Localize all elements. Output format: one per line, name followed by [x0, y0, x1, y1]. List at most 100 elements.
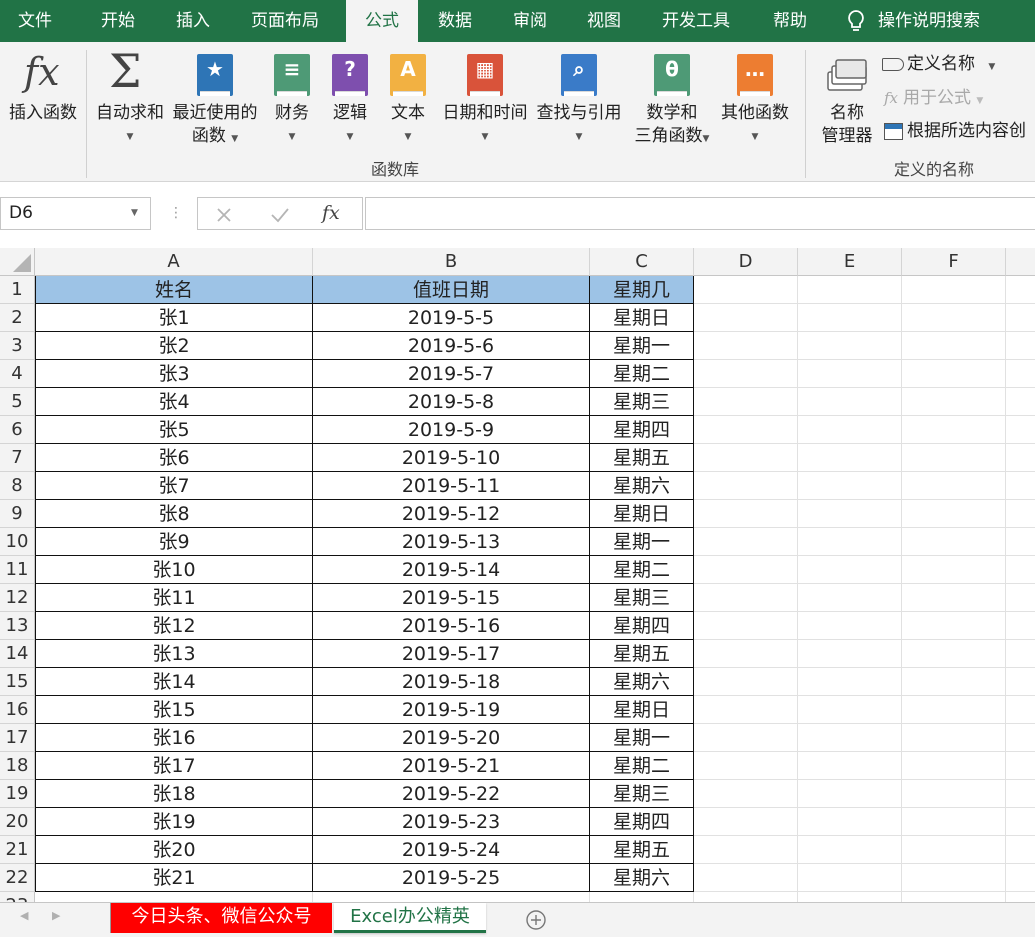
empty-cell[interactable] — [694, 752, 798, 780]
table-cell[interactable]: 2019-5-19 — [313, 696, 590, 724]
empty-cell[interactable] — [902, 556, 1006, 584]
row-header[interactable]: 9 — [0, 500, 35, 528]
empty-cell[interactable] — [1006, 500, 1035, 528]
row-header[interactable]: 22 — [0, 864, 35, 892]
table-cell[interactable]: 星期三 — [590, 780, 694, 808]
empty-cell[interactable] — [902, 388, 1006, 416]
empty-cell[interactable] — [35, 892, 313, 902]
table-cell[interactable]: 张9 — [35, 528, 313, 556]
table-cell[interactable]: 张19 — [35, 808, 313, 836]
table-cell[interactable]: 张17 — [35, 752, 313, 780]
row-header[interactable]: 17 — [0, 724, 35, 752]
table-cell[interactable]: 星期六 — [590, 864, 694, 892]
row-header[interactable]: 2 — [0, 304, 35, 332]
tab-view[interactable]: 视图 — [587, 0, 621, 42]
table-cell[interactable]: 星期日 — [590, 696, 694, 724]
row-header[interactable]: 13 — [0, 612, 35, 640]
empty-cell[interactable] — [798, 668, 902, 696]
empty-cell[interactable] — [1006, 696, 1035, 724]
create-from-selection-button[interactable]: 根据所选内容创 — [884, 120, 1026, 142]
empty-cell[interactable] — [694, 500, 798, 528]
table-cell[interactable]: 张7 — [35, 472, 313, 500]
row-header[interactable]: 21 — [0, 836, 35, 864]
empty-cell[interactable] — [1006, 640, 1035, 668]
table-cell[interactable]: 2019-5-13 — [313, 528, 590, 556]
empty-cell[interactable] — [798, 836, 902, 864]
row-header[interactable]: 1 — [0, 276, 35, 304]
empty-cell[interactable] — [902, 752, 1006, 780]
empty-cell[interactable] — [902, 332, 1006, 360]
empty-cell[interactable] — [694, 332, 798, 360]
table-cell[interactable]: 2019-5-6 — [313, 332, 590, 360]
empty-cell[interactable] — [902, 668, 1006, 696]
empty-cell[interactable] — [798, 612, 902, 640]
table-cell[interactable]: 2019-5-25 — [313, 864, 590, 892]
empty-cell[interactable] — [798, 892, 902, 902]
tab-insert[interactable]: 插入 — [176, 0, 210, 42]
text-functions-button[interactable]: A 文本 ▼ — [382, 50, 434, 150]
empty-cell[interactable] — [798, 724, 902, 752]
empty-cell[interactable] — [798, 444, 902, 472]
table-header-cell[interactable]: 星期几 — [590, 276, 694, 304]
sheet-tab-toutiao[interactable]: 今日头条、微信公众号 — [110, 903, 332, 933]
table-cell[interactable]: 2019-5-21 — [313, 752, 590, 780]
more-functions-button[interactable]: … 其他函数 ▼ — [718, 50, 792, 150]
empty-cell[interactable] — [694, 696, 798, 724]
table-cell[interactable]: 2019-5-12 — [313, 500, 590, 528]
empty-cell[interactable] — [694, 276, 798, 304]
tab-data[interactable]: 数据 — [438, 0, 472, 42]
empty-cell[interactable] — [1006, 416, 1035, 444]
confirm-check-icon[interactable] — [270, 206, 290, 224]
empty-cell[interactable] — [902, 612, 1006, 640]
empty-cell[interactable] — [902, 780, 1006, 808]
empty-cell[interactable] — [694, 304, 798, 332]
empty-cell[interactable] — [902, 584, 1006, 612]
row-header[interactable]: 18 — [0, 752, 35, 780]
table-cell[interactable]: 2019-5-22 — [313, 780, 590, 808]
empty-cell[interactable] — [902, 528, 1006, 556]
table-cell[interactable]: 星期四 — [590, 416, 694, 444]
table-cell[interactable]: 2019-5-16 — [313, 612, 590, 640]
table-header-cell[interactable]: 值班日期 — [313, 276, 590, 304]
table-cell[interactable]: 星期六 — [590, 472, 694, 500]
table-cell[interactable]: 张3 — [35, 360, 313, 388]
financial-button[interactable]: ≡ 财务 ▼ — [266, 50, 318, 150]
empty-cell[interactable] — [694, 808, 798, 836]
table-cell[interactable]: 2019-5-17 — [313, 640, 590, 668]
scroll-left-icon[interactable]: ◀ — [20, 909, 28, 922]
empty-cell[interactable] — [1006, 864, 1035, 892]
empty-cell[interactable] — [902, 416, 1006, 444]
empty-cell[interactable] — [902, 696, 1006, 724]
tell-me-search[interactable]: 操作说明搜索 — [878, 0, 980, 42]
table-cell[interactable]: 2019-5-18 — [313, 668, 590, 696]
table-cell[interactable]: 星期一 — [590, 528, 694, 556]
column-header-f[interactable]: F — [902, 248, 1006, 276]
table-cell[interactable]: 张20 — [35, 836, 313, 864]
table-cell[interactable]: 张11 — [35, 584, 313, 612]
empty-cell[interactable] — [902, 304, 1006, 332]
name-manager-button[interactable]: 名称 管理器 — [814, 50, 880, 150]
empty-cell[interactable] — [1006, 836, 1035, 864]
empty-cell[interactable] — [798, 584, 902, 612]
empty-cell[interactable] — [1006, 668, 1035, 696]
table-cell[interactable]: 2019-5-10 — [313, 444, 590, 472]
tab-review[interactable]: 审阅 — [513, 0, 547, 42]
table-cell[interactable]: 张4 — [35, 388, 313, 416]
empty-cell[interactable] — [694, 360, 798, 388]
table-cell[interactable]: 2019-5-11 — [313, 472, 590, 500]
empty-cell[interactable] — [902, 864, 1006, 892]
empty-cell[interactable] — [902, 836, 1006, 864]
use-in-formula-button[interactable]: fx 用于公式 ▼ — [884, 87, 983, 112]
row-header[interactable]: 19 — [0, 780, 35, 808]
empty-cell[interactable] — [798, 556, 902, 584]
empty-cell[interactable] — [902, 276, 1006, 304]
add-sheet-icon[interactable] — [525, 909, 547, 931]
row-header[interactable]: 14 — [0, 640, 35, 668]
empty-cell[interactable] — [694, 584, 798, 612]
table-cell[interactable]: 星期五 — [590, 640, 694, 668]
empty-cell[interactable] — [694, 472, 798, 500]
empty-cell[interactable] — [1006, 892, 1035, 902]
row-header[interactable]: 20 — [0, 808, 35, 836]
empty-cell[interactable] — [902, 360, 1006, 388]
date-time-button[interactable]: ▦ 日期和时间 ▼ — [438, 50, 532, 150]
